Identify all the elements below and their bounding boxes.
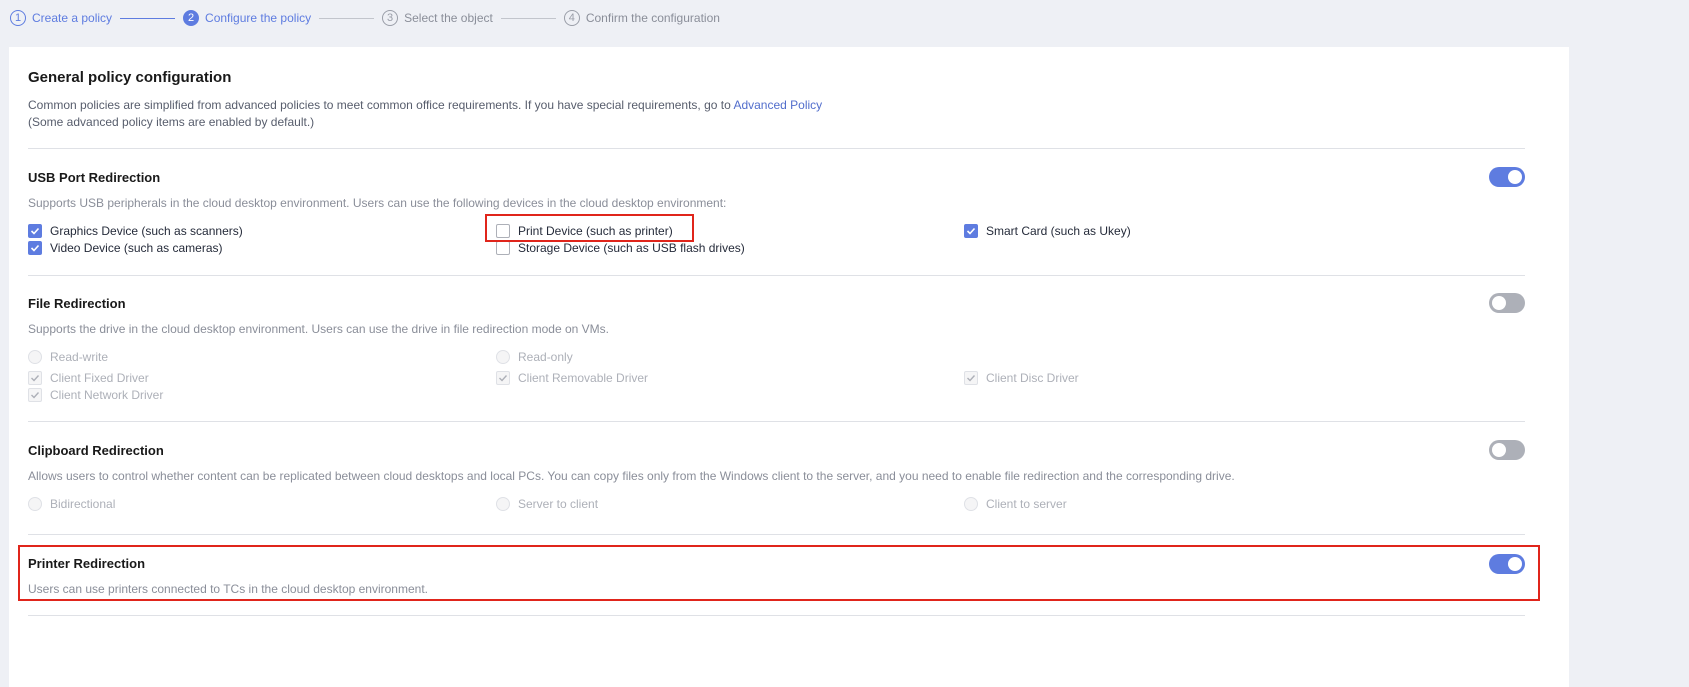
step-select-object[interactable]: 3 Select the object: [382, 10, 493, 26]
checkbox-disabled-checked[interactable]: [964, 371, 978, 385]
checkbox-checked[interactable]: [964, 224, 978, 238]
page-title: General policy configuration: [28, 69, 232, 86]
highlight-box-print-device: [485, 214, 694, 242]
radio-disabled[interactable]: [28, 497, 42, 511]
highlight-box-printer-redirection: [18, 545, 1540, 601]
clipboard-option-bidirectional[interactable]: Bidirectional: [28, 497, 115, 511]
step-connector: [120, 17, 176, 19]
option-label: Client Network Driver: [50, 388, 164, 402]
option-label: Video Device (such as cameras): [50, 241, 223, 255]
step-number: 4: [563, 10, 580, 26]
usb-option-video[interactable]: Video Device (such as cameras): [28, 241, 223, 255]
file-section-title: File Redirection: [28, 296, 126, 311]
step-configure-policy[interactable]: 2 Configure the policy: [183, 10, 311, 26]
step-label: Confirm the configuration: [585, 11, 720, 25]
usb-redirection-toggle[interactable]: [1489, 167, 1525, 187]
step-label: Create a policy: [32, 11, 113, 25]
toggle-knob: [1492, 443, 1506, 457]
clipboard-section-title: Clipboard Redirection: [28, 443, 164, 458]
option-label: Smart Card (such as Ukey): [986, 224, 1131, 238]
usb-section-description: Supports USB peripherals in the cloud de…: [28, 196, 727, 210]
option-label: Client Disc Driver: [986, 371, 1079, 385]
option-label: Client to server: [986, 497, 1067, 511]
general-note: (Some advanced policy items are enabled …: [28, 115, 315, 129]
clipboard-option-server-to-client[interactable]: Server to client: [496, 497, 598, 511]
usb-option-smartcard[interactable]: Smart Card (such as Ukey): [964, 224, 1131, 238]
divider: [28, 534, 1525, 535]
checkbox-disabled-checked[interactable]: [28, 388, 42, 402]
option-label: Read-write: [50, 350, 109, 364]
step-label: Select the object: [404, 11, 493, 25]
step-connector: [319, 17, 375, 19]
radio-disabled[interactable]: [496, 350, 510, 364]
usb-section-title: USB Port Redirection: [28, 170, 161, 185]
file-section-description: Supports the drive in the cloud desktop …: [28, 322, 609, 336]
option-label: Bidirectional: [50, 497, 116, 511]
checkbox-disabled-checked[interactable]: [28, 371, 42, 385]
option-label: Storage Device (such as USB flash drives…: [518, 241, 745, 255]
usb-option-graphics[interactable]: Graphics Device (such as scanners): [28, 224, 243, 238]
option-label: Client Fixed Driver: [50, 371, 149, 385]
divider: [28, 421, 1525, 422]
toggle-knob: [1508, 170, 1522, 184]
checkbox-disabled-checked[interactable]: [496, 371, 510, 385]
file-driver-removable[interactable]: Client Removable Driver: [496, 371, 648, 385]
radio-disabled[interactable]: [964, 497, 978, 511]
clipboard-section-description: Allows users to control whether content …: [28, 469, 1235, 483]
divider: [28, 148, 1525, 149]
general-description-text: Common policies are simplified from adva…: [28, 98, 734, 112]
step-number: 2: [183, 10, 200, 26]
toggle-knob: [1492, 296, 1506, 310]
progress-stepper: 1 Create a policy 2 Configure the policy…: [10, 0, 720, 36]
clipboard-redirection-toggle[interactable]: [1489, 440, 1525, 460]
step-label: Configure the policy: [205, 11, 312, 25]
file-mode-read-only[interactable]: Read-only: [496, 350, 573, 364]
file-driver-disc[interactable]: Client Disc Driver: [964, 371, 1079, 385]
divider: [28, 615, 1525, 616]
radio-disabled[interactable]: [496, 497, 510, 511]
file-driver-fixed[interactable]: Client Fixed Driver: [28, 371, 149, 385]
step-connector: [500, 17, 556, 19]
checkbox-checked[interactable]: [28, 241, 42, 255]
step-number: 3: [382, 10, 399, 26]
policy-config-card: General policy configuration Common poli…: [9, 47, 1569, 687]
step-number: 1: [10, 10, 26, 26]
file-driver-network[interactable]: Client Network Driver: [28, 388, 163, 402]
checkbox-unchecked[interactable]: [496, 241, 510, 255]
general-description: Common policies are simplified from adva…: [28, 98, 822, 112]
step-confirm-configuration[interactable]: 4 Confirm the configuration: [563, 10, 720, 26]
option-label: Server to client: [518, 497, 599, 511]
divider: [28, 275, 1525, 276]
file-redirection-toggle[interactable]: [1489, 293, 1525, 313]
usb-option-storage[interactable]: Storage Device (such as USB flash drives…: [496, 241, 745, 255]
option-label: Client Removable Driver: [518, 371, 649, 385]
checkbox-checked[interactable]: [28, 224, 42, 238]
file-mode-read-write[interactable]: Read-write: [28, 350, 108, 364]
step-create-policy[interactable]: 1 Create a policy: [10, 10, 112, 26]
advanced-policy-link[interactable]: Advanced Policy: [733, 98, 822, 112]
option-label: Read-only: [518, 350, 573, 364]
radio-disabled[interactable]: [28, 350, 42, 364]
clipboard-option-client-to-server[interactable]: Client to server: [964, 497, 1067, 511]
option-label: Graphics Device (such as scanners): [50, 224, 243, 238]
